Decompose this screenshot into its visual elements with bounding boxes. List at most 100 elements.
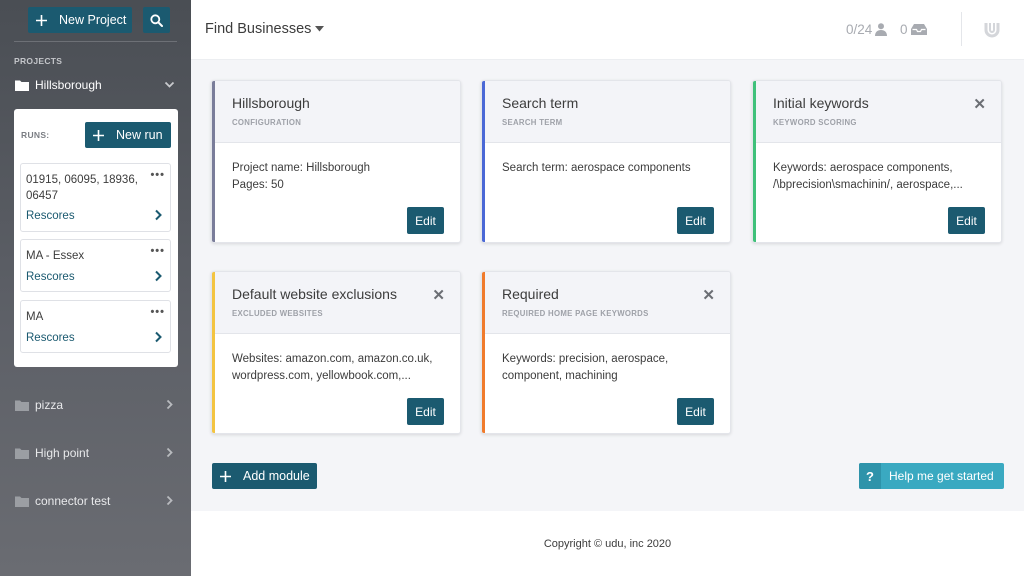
users-counter[interactable]: 0/24: [846, 22, 888, 37]
plus-icon: [93, 129, 104, 141]
chevron-right-icon: [166, 399, 173, 410]
edit-button[interactable]: Edit: [407, 207, 444, 234]
sidebar-project-pizza[interactable]: pizza: [15, 396, 177, 414]
plus-icon: [220, 470, 231, 482]
edit-button[interactable]: Edit: [677, 398, 714, 425]
chevron-right-icon[interactable]: [154, 209, 163, 221]
inbox-counter[interactable]: 0: [900, 22, 927, 37]
project-name: Hillsborough: [35, 78, 102, 92]
run-rescores-link[interactable]: Rescores: [26, 271, 75, 283]
projects-heading: PROJECTS: [14, 56, 63, 66]
copyright-text: Copyright © udu, inc 2020: [543, 538, 672, 550]
run-name: 01915, 06095, 18936, 06457: [26, 174, 138, 202]
add-module-button[interactable]: Add module: [212, 463, 317, 489]
module-line: Search term: aerospace components: [502, 162, 691, 174]
chevron-down-icon: [164, 81, 175, 88]
run-rescores-link[interactable]: Rescores: [26, 332, 75, 344]
folder-icon: [15, 448, 29, 459]
close-icon[interactable]: ✕: [432, 286, 445, 304]
new-project-label: New Project: [59, 13, 127, 27]
project-name: connector test: [35, 494, 111, 508]
module-body: Keywords: aerospace components, /\bpreci…: [773, 160, 998, 194]
chevron-right-icon[interactable]: [154, 270, 163, 282]
module-accent: [753, 81, 756, 242]
module-card-search-term: Search term SEARCH TERM Search term: aer…: [481, 80, 731, 243]
module-subtitle: SEARCH TERM: [502, 118, 563, 127]
module-accent: [212, 81, 215, 242]
users-count: 0/24: [846, 22, 873, 37]
edit-button[interactable]: Edit: [677, 207, 714, 234]
module-body: Websites: amazon.com, amazon.co.uk, word…: [232, 351, 457, 385]
module-header: [212, 272, 460, 334]
module-line: component, machining: [502, 370, 618, 382]
module-header: [212, 81, 460, 143]
more-options-icon[interactable]: •••: [150, 245, 165, 257]
edit-button[interactable]: Edit: [407, 398, 444, 425]
add-module-label: Add module: [243, 469, 310, 483]
module-header: [482, 81, 730, 143]
run-rescores-link[interactable]: Rescores: [26, 210, 75, 222]
new-run-label: New run: [116, 128, 163, 142]
module-line: Keywords: aerospace components,: [773, 162, 953, 174]
page-title: Find Businesses: [205, 21, 312, 37]
more-options-icon[interactable]: •••: [150, 306, 165, 318]
chevron-right-icon[interactable]: [154, 331, 163, 343]
module-header: [753, 81, 1001, 143]
sidebar-project-hillsborough[interactable]: Hillsborough: [15, 76, 177, 94]
topbar: Find Businesses 0/24 0: [191, 0, 1024, 60]
module-card-excluded-websites: Default website exclusions EXCLUDED WEBS…: [211, 271, 461, 434]
module-card-configuration: Hillsborough CONFIGURATION Project name:…: [211, 80, 461, 243]
module-accent: [482, 272, 485, 433]
chevron-right-icon: [166, 495, 173, 506]
modules-area: Hillsborough CONFIGURATION Project name:…: [191, 60, 1024, 511]
find-businesses-dropdown[interactable]: Find Businesses: [205, 21, 325, 37]
question-icon: ?: [859, 463, 881, 489]
module-line: Websites: amazon.com, amazon.co.uk,: [232, 353, 433, 365]
module-title: Initial keywords: [773, 95, 869, 111]
module-subtitle: CONFIGURATION: [232, 118, 302, 127]
module-title: Required: [502, 286, 559, 302]
close-icon[interactable]: ✕: [973, 95, 986, 113]
module-subtitle: REQUIRED HOME PAGE KEYWORDS: [502, 309, 649, 318]
new-run-button[interactable]: New run: [85, 122, 171, 148]
topbar-divider: [961, 12, 962, 46]
module-line: Keywords: precision, aerospace,: [502, 353, 669, 365]
module-title: Hillsborough: [232, 95, 310, 111]
run-card[interactable]: MA - Essex ••• Rescores: [20, 239, 171, 292]
module-accent: [482, 81, 485, 242]
module-body: Project name: Hillsborough Pages: 50: [232, 160, 457, 194]
module-card-required-keywords: Required REQUIRED HOME PAGE KEYWORDS ✕ K…: [481, 271, 731, 434]
run-card[interactable]: 01915, 06095, 18936, 06457 ••• Rescores: [20, 163, 171, 232]
module-body: Keywords: precision, aerospace, componen…: [502, 351, 727, 385]
module-body: Search term: aerospace components: [502, 160, 727, 177]
module-line: Project name: Hillsborough: [232, 162, 371, 174]
module-subtitle: KEYWORD SCORING: [773, 118, 857, 127]
footer: Copyright © udu, inc 2020: [191, 511, 1024, 576]
sidebar-project-connector-test[interactable]: connector test: [15, 492, 177, 510]
search-button[interactable]: [143, 7, 170, 33]
folder-icon: [15, 496, 29, 507]
search-icon: [150, 13, 163, 27]
help-me-get-started-button[interactable]: ? Help me get started: [859, 463, 1004, 489]
run-card[interactable]: MA ••• Rescores: [20, 300, 171, 353]
edit-button[interactable]: Edit: [948, 207, 985, 234]
module-subtitle: EXCLUDED WEBSITES: [232, 309, 323, 318]
sidebar-project-high-point[interactable]: High point: [15, 444, 177, 462]
runs-label: RUNS:: [21, 130, 50, 140]
module-title: Default website exclusions: [232, 286, 397, 302]
caret-down-icon: [315, 26, 325, 32]
udu-logo-icon[interactable]: [984, 21, 1000, 39]
plus-icon: [36, 14, 47, 26]
run-name: MA - Essex: [26, 250, 85, 262]
module-card-keyword-scoring: Initial keywords KEYWORD SCORING ✕ Keywo…: [752, 80, 1002, 243]
module-line: Pages: 50: [232, 179, 284, 191]
help-label: Help me get started: [889, 469, 994, 483]
run-name: MA: [26, 311, 44, 323]
user-icon: [875, 23, 888, 36]
more-options-icon[interactable]: •••: [150, 169, 165, 181]
runs-panel: RUNS: New run 01915, 06095, 18936, 06457…: [14, 109, 178, 367]
close-icon[interactable]: ✕: [702, 286, 715, 304]
folder-icon: [15, 400, 29, 411]
project-name: High point: [35, 446, 90, 460]
new-project-button[interactable]: New Project: [28, 7, 132, 33]
